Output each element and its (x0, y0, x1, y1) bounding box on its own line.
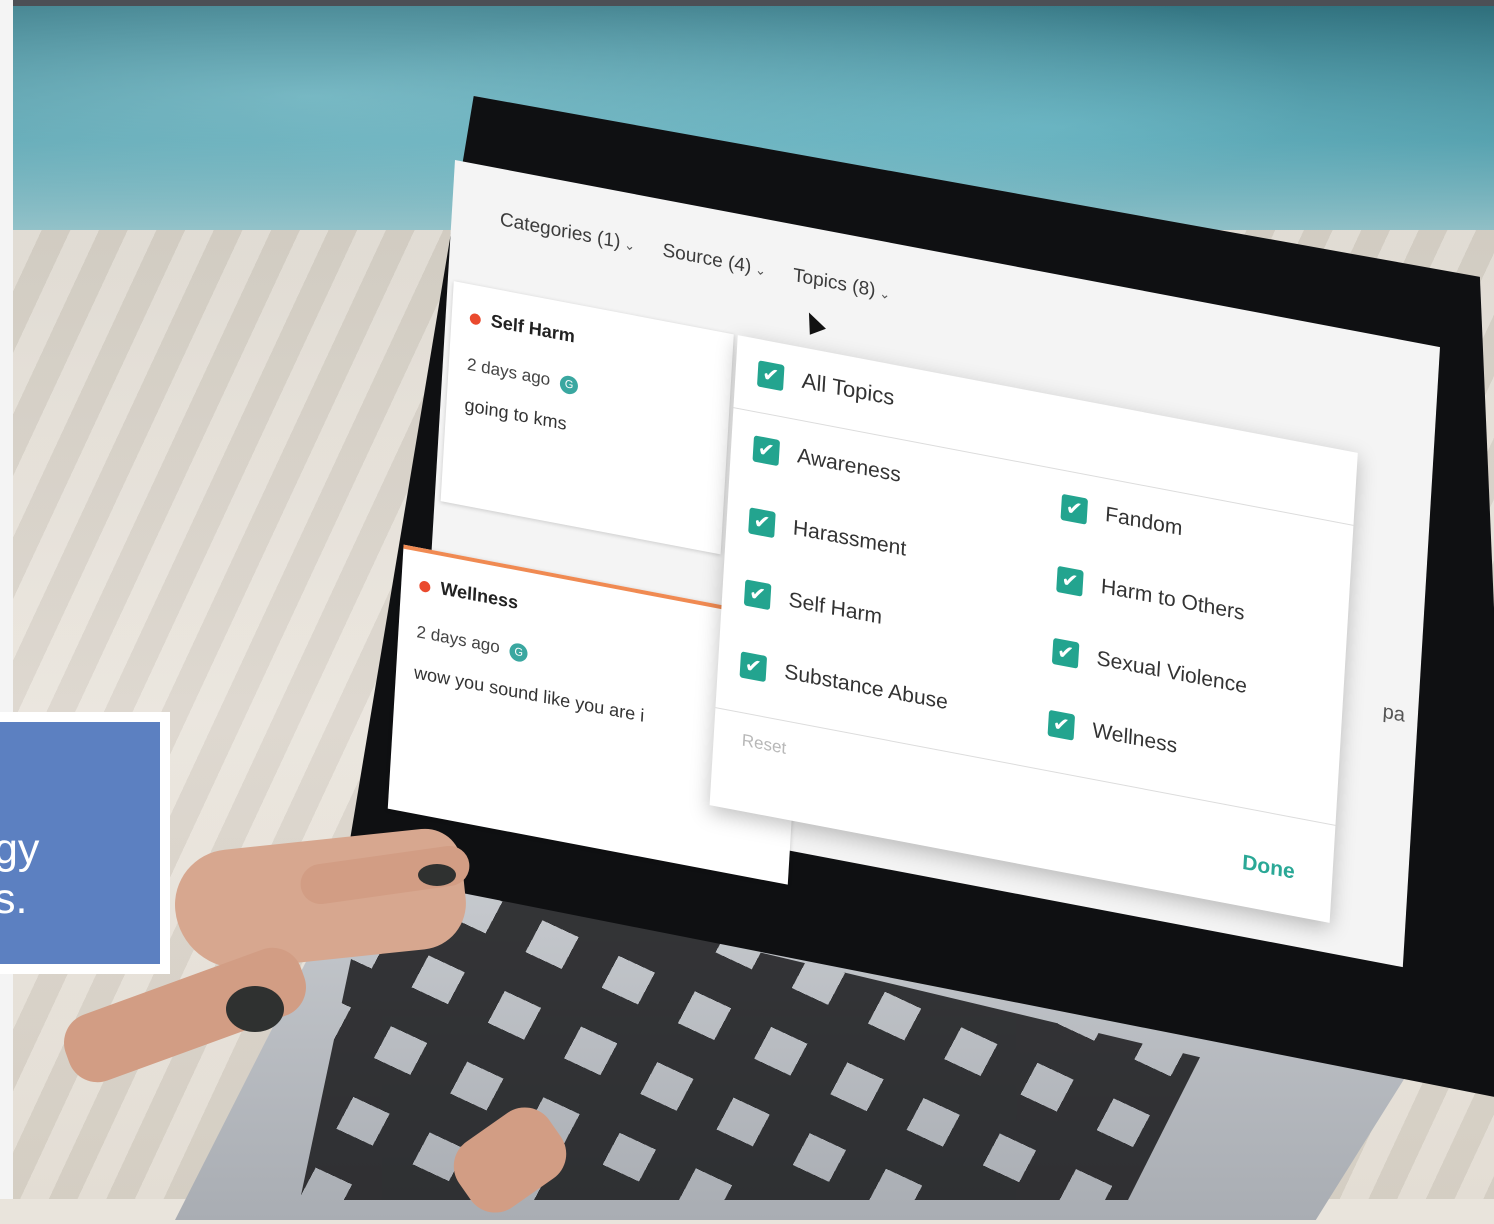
topics-filter[interactable]: Topics (8) ⌄ (792, 265, 891, 304)
card-message: going to kms (464, 394, 568, 434)
checkbox-checked-icon[interactable]: ✔ (756, 360, 785, 392)
card-message: wow you sound like you are i (413, 662, 645, 726)
source-filter[interactable]: Source (4) ⌄ (662, 240, 767, 281)
chevron-down-icon: ⌄ (754, 261, 767, 279)
card-topic: Self Harm (469, 307, 576, 348)
mouse-pointer-icon (800, 309, 826, 335)
topic-option-harassment[interactable]: ✔ Harassment (748, 507, 907, 563)
alert-card[interactable]: Self Harm 2 days ago G going to kms (440, 281, 734, 555)
card-time: 2 days ago G (416, 622, 529, 663)
g-icon: G (509, 641, 529, 663)
fingernail (418, 864, 456, 886)
checkbox-checked-icon[interactable]: ✔ (1051, 637, 1080, 669)
left-margin (0, 0, 13, 1199)
checkbox-checked-icon[interactable]: ✔ (748, 507, 776, 539)
caption-box: gy s. (0, 712, 170, 974)
caption-text: gy s. (0, 825, 40, 923)
categories-filter[interactable]: Categories (1) ⌄ (499, 209, 636, 256)
checkbox-checked-icon[interactable]: ✔ (743, 579, 772, 611)
status-dot (419, 579, 431, 593)
topic-option-harm-to-others[interactable]: ✔ Harm to Others (1056, 565, 1245, 628)
reset-button[interactable]: Reset (741, 730, 787, 758)
done-button[interactable]: Done (1241, 851, 1296, 885)
all-topics-option[interactable]: ✔ All Topics (756, 359, 895, 412)
g-icon: G (559, 373, 579, 396)
truncated-text: pa (1382, 700, 1406, 727)
topic-option-fandom[interactable]: ✔ Fandom (1060, 493, 1183, 543)
topic-option-self-harm[interactable]: ✔ Self Harm (743, 579, 883, 631)
topic-option-wellness[interactable]: ✔ Wellness (1047, 709, 1178, 760)
chevron-down-icon: ⌄ (623, 236, 636, 254)
checkbox-checked-icon[interactable]: ✔ (752, 435, 781, 467)
divider (715, 707, 1336, 826)
chevron-down-icon: ⌄ (878, 285, 891, 303)
checkbox-checked-icon[interactable]: ✔ (1060, 493, 1089, 525)
card-time: 2 days ago G (466, 355, 579, 396)
topics-dropdown: ✔ All Topics ✔ Awareness ✔ Harassment ✔ Self… (709, 335, 1358, 923)
fingernail (226, 986, 284, 1032)
topic-option-sexual-violence[interactable]: ✔ Sexual Violence (1051, 637, 1248, 701)
topic-option-substance-abuse[interactable]: ✔ Substance Abuse (739, 651, 949, 716)
status-dot (469, 312, 482, 326)
checkbox-checked-icon[interactable]: ✔ (739, 651, 768, 683)
checkbox-checked-icon[interactable]: ✔ (1047, 709, 1076, 741)
checkbox-checked-icon[interactable]: ✔ (1056, 565, 1084, 597)
topic-option-awareness[interactable]: ✔ Awareness (752, 435, 902, 489)
card-topic: Wellness (419, 574, 519, 614)
